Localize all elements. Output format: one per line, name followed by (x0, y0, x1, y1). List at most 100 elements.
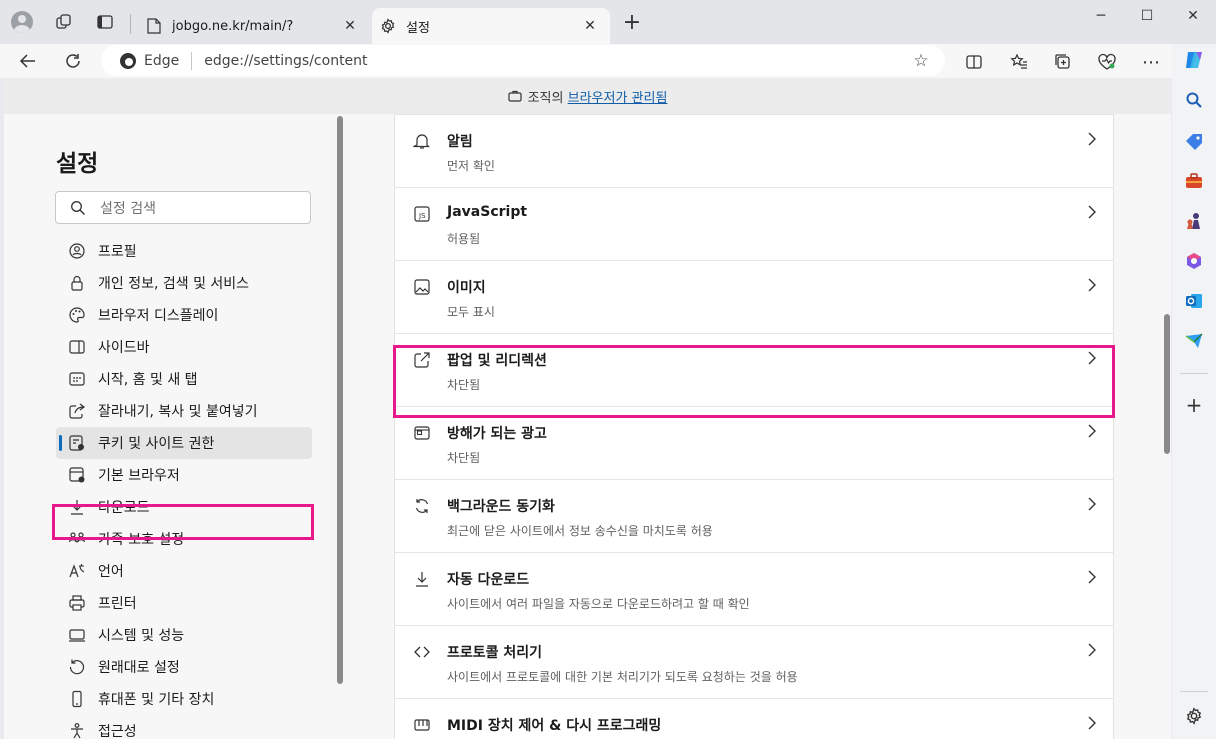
tab-jobgo[interactable]: jobgo.ne.kr/main/? ✕ (138, 8, 370, 44)
tab-title: jobgo.ne.kr/main/? (172, 18, 294, 34)
settings-row-javascript[interactable]: JS JavaScript 허용됨 (395, 187, 1113, 260)
highlight-box-nav (52, 504, 314, 540)
shopping-tag-icon[interactable] (1183, 130, 1205, 152)
maximize-button[interactable]: ☐ (1124, 0, 1170, 32)
content-settings-panel: 알림 먼저 확인 JS JavaScript 허용됨 이미지 모두 표시 팝업 … (346, 114, 1171, 739)
browser-window: jobgo.ne.kr/main/? ✕ 설정 ✕ + ─ ☐ ✕ Edge e… (0, 0, 1216, 739)
more-menu-icon[interactable]: ⋯ (1138, 49, 1164, 75)
sidebar-item-label: 브라우저 디스플레이 (98, 308, 219, 324)
settings-row-midi[interactable]: MIDI 장치 제어 & 다시 프로그래밍 (395, 698, 1113, 739)
sidebar-item-languages[interactable]: 언어 (56, 555, 312, 587)
settings-sidebar: 설정 설정 검색 프로필 개인 정보, 검색 및 서비스 브라우저 디스플레이 … (4, 114, 346, 739)
search-input[interactable]: 설정 검색 (55, 191, 311, 224)
page-icon (146, 18, 162, 34)
row-title: 알림 (447, 134, 473, 150)
new-tab-button[interactable]: + (620, 12, 644, 36)
sidebar-item-reset-settings[interactable]: 원래대로 설정 (56, 651, 312, 683)
sidebar-item-profile[interactable]: 프로필 (56, 235, 312, 267)
back-button[interactable] (14, 47, 42, 75)
chevron-right-icon (1088, 497, 1096, 511)
address-url[interactable]: edge://settings/content (204, 53, 911, 69)
settings-row-automatic-downloads[interactable]: 자동 다운로드 사이트에서 여러 파일을 자동으로 다운로드하려고 할 때 확인 (395, 552, 1113, 625)
favorite-star-icon[interactable]: ☆ (911, 51, 931, 71)
split-screen-icon[interactable] (961, 49, 987, 75)
sidebar-item-start-home[interactable]: 시작, 홈 및 새 탭 (56, 363, 312, 395)
tab-settings[interactable]: 설정 ✕ (372, 8, 610, 44)
tab-title: 설정 (406, 20, 430, 36)
row-title: 프로토콜 처리기 (447, 645, 543, 661)
profile-icon (68, 242, 86, 260)
address-separator (191, 51, 193, 70)
row-subtitle: 허용됨 (447, 232, 481, 246)
sidebar-icon (68, 338, 86, 356)
cookie-icon (68, 434, 86, 452)
language-icon (68, 562, 86, 580)
accessibility-icon (68, 722, 86, 739)
sidebar-divider (1180, 691, 1208, 692)
sidebar-item-system-performance[interactable]: 시스템 및 성능 (56, 619, 312, 651)
outlook-icon[interactable] (1183, 290, 1205, 312)
settings-row-images[interactable]: 이미지 모두 표시 (395, 260, 1113, 333)
content-scrollbar[interactable] (1164, 314, 1170, 454)
close-tab-icon[interactable]: ✕ (580, 16, 600, 36)
sidebar-item-cookies-site-permissions[interactable]: 쿠키 및 사이트 권한 (56, 427, 312, 459)
minimize-button[interactable]: ─ (1078, 0, 1124, 32)
games-chess-icon[interactable] (1183, 210, 1205, 232)
svg-text:JS: JS (418, 212, 426, 220)
sidebar-item-label: 사이드바 (98, 340, 150, 356)
list-item (395, 94, 1113, 115)
chevron-right-icon (1088, 132, 1096, 146)
row-title: MIDI 장치 제어 & 다시 프로그래밍 (447, 718, 662, 734)
close-tab-icon[interactable]: ✕ (340, 16, 360, 36)
sidebar-item-label: 접근성 (98, 724, 137, 739)
microsoft-365-icon[interactable] (1183, 250, 1205, 272)
refresh-button[interactable] (59, 47, 87, 75)
sidebar-scrollbar[interactable] (337, 116, 343, 684)
lock-icon (68, 274, 86, 292)
browser-essentials-icon[interactable] (1094, 49, 1120, 75)
address-bar[interactable]: Edge edge://settings/content ☆ (101, 45, 945, 76)
sidebar-item-default-browser[interactable]: 기본 브라우저 (56, 459, 312, 491)
sidebar-settings-gear-icon[interactable] (1183, 705, 1205, 727)
settings-row-protocol-handlers[interactable]: 프로토콜 처리기 사이트에서 프로토콜에 대한 기본 처리기가 되도록 요청하는… (395, 625, 1113, 698)
sidebar-item-privacy[interactable]: 개인 정보, 검색 및 서비스 (56, 267, 312, 299)
row-title: 백그라운드 동기화 (447, 499, 555, 515)
workspaces-icon[interactable] (52, 10, 76, 34)
chevron-right-icon (1088, 424, 1096, 438)
sidebar-item-label: 프린터 (98, 596, 137, 612)
sidebar-item-phone-devices[interactable]: 휴대폰 및 기타 장치 (56, 683, 312, 715)
add-sidebar-app-icon[interactable]: + (1183, 393, 1205, 417)
search-icon (71, 200, 85, 215)
phone-icon (68, 690, 86, 708)
settings-row-notifications[interactable]: 알림 먼저 확인 (395, 114, 1113, 187)
tools-briefcase-icon[interactable] (1183, 170, 1205, 192)
sidebar-item-label: 프로필 (98, 244, 137, 260)
favorites-icon[interactable] (1006, 49, 1032, 75)
javascript-icon: JS (413, 205, 431, 223)
settings-page: 조직의 브라우저가 관리됨 설정 설정 검색 프로필 개인 정보, 검색 및 서… (4, 78, 1171, 739)
collections-icon[interactable] (1050, 49, 1076, 75)
close-window-button[interactable]: ✕ (1170, 0, 1216, 32)
sidebar-item-label: 쿠키 및 사이트 권한 (98, 436, 215, 452)
site-permissions-card: 알림 먼저 확인 JS JavaScript 허용됨 이미지 모두 표시 팝업 … (394, 114, 1114, 739)
sidebar-item-appearance[interactable]: 브라우저 디스플레이 (56, 299, 312, 331)
browser-icon (68, 466, 86, 484)
send-drop-icon[interactable] (1183, 330, 1205, 352)
profile-avatar-icon[interactable] (10, 10, 34, 34)
sidebar-item-sidebar[interactable]: 사이드바 (56, 331, 312, 363)
reset-icon (68, 658, 86, 676)
edge-logo-icon (120, 52, 136, 69)
ads-icon (413, 424, 431, 442)
row-title: 이미지 (447, 280, 486, 296)
copilot-icon[interactable] (1181, 47, 1207, 73)
search-icon[interactable] (1183, 89, 1205, 111)
sidebar-item-printers[interactable]: 프린터 (56, 587, 312, 619)
sidebar-item-share-copy-paste[interactable]: 잘라내기, 복사 및 붙여넣기 (56, 395, 312, 427)
sidebar-item-label: 시스템 및 성능 (98, 628, 185, 644)
row-subtitle: 차단됨 (447, 451, 481, 465)
sidebar-item-label: 시작, 홈 및 새 탭 (98, 372, 198, 388)
settings-row-background-sync[interactable]: 백그라운드 동기화 최근에 닫은 사이트에서 정보 송수신을 마치도록 허용 (395, 479, 1113, 552)
sidebar-item-accessibility[interactable]: 접근성 (56, 715, 312, 739)
tab-actions-icon[interactable] (93, 10, 117, 34)
row-subtitle: 먼저 확인 (447, 159, 495, 173)
